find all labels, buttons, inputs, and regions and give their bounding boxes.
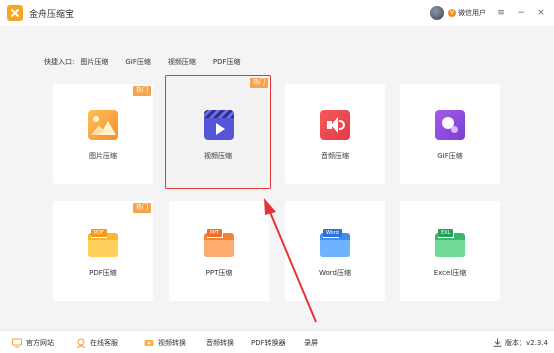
word-folder-icon: Word [320,227,350,257]
quick-link-pdf[interactable]: PDF压缩 [213,57,241,67]
card-video-compress[interactable]: 热门 视频压缩 [165,75,271,189]
card-label: PDF压缩 [89,269,117,277]
online-support-label: 在线客服 [90,338,118,347]
card-ppt-compress[interactable]: PPT PPT压缩 [169,201,269,301]
hot-badge: 热门 [132,86,151,96]
quick-link-video[interactable]: 视频压缩 [168,57,196,67]
minimize-button[interactable]: − [516,8,526,18]
avatar[interactable] [430,6,444,20]
card-image-compress[interactable]: 热门 图片压缩 [53,84,153,184]
headset-icon [76,338,86,348]
card-label: GIF压缩 [437,152,463,160]
card-pdf-compress[interactable]: 热门 PDF PDF压缩 [53,201,153,301]
pdf-converter-label: PDF转换器 [251,338,286,347]
footer-link-screen-record[interactable]: 录屏 [304,331,318,353]
audio-compress-icon [320,110,350,140]
quick-access-bar: 快捷入口: 图片压缩 GIF压缩 视频压缩 PDF压缩 [44,56,258,68]
pdf-tag: PDF [91,229,107,237]
title-bar: 金舟压缩宝 V 微信用户 ≡ − × [0,0,554,26]
quick-link-image[interactable]: 图片压缩 [80,57,108,67]
ppt-folder-icon: PPT [204,227,234,257]
quick-access-label: 快捷入口: [44,58,75,66]
card-label: Word压缩 [319,269,351,277]
card-label: Excel压缩 [433,269,467,277]
official-website-link[interactable]: 官方网站 [12,331,54,353]
app-title: 金舟压缩宝 [29,9,75,20]
online-support-link[interactable]: 在线客服 [76,331,118,353]
screen-record-label: 录屏 [304,338,318,347]
word-tag: Word [323,229,342,237]
footer-link-audio-convert[interactable]: 音频转换 [206,331,234,353]
card-word-compress[interactable]: Word Word压缩 [285,201,385,301]
video-convert-icon [144,339,154,346]
user-name[interactable]: 微信用户 [458,8,486,18]
card-excel-compress[interactable]: EXL Excel压缩 [400,201,500,301]
gif-compress-icon [435,110,465,140]
close-button[interactable]: × [536,8,546,18]
vip-badge-icon: V [448,9,456,17]
audio-convert-label: 音频转换 [206,338,234,347]
footer-link-pdf-converter[interactable]: PDF转换器 [251,331,286,353]
bottom-bar: 官方网站 在线客服 视频转换 音频转换 PDF转换器 录屏 版本：v2.3.4 [0,330,554,353]
official-website-label: 官方网站 [26,338,54,347]
card-gif-compress[interactable]: GIF压缩 [400,84,500,184]
video-compress-icon [204,110,234,140]
download-icon [493,338,502,347]
quick-link-gif[interactable]: GIF压缩 [125,57,151,67]
excel-folder-icon: EXL [435,227,465,257]
card-label: PPT压缩 [205,269,233,277]
monitor-icon [12,338,22,347]
title-bar-right: V 微信用户 ≡ − × [430,0,546,26]
video-convert-label: 视频转换 [158,338,186,347]
card-label: 图片压缩 [89,152,117,160]
version-label: 版本：v2.3.4 [505,338,548,347]
pdf-folder-icon: PDF [88,227,118,257]
card-audio-compress[interactable]: 音频压缩 [285,84,385,184]
hot-badge: 热门 [132,203,151,213]
menu-icon[interactable]: ≡ [496,8,506,18]
ppt-tag: PPT [207,229,223,237]
app-logo-icon [7,5,23,21]
image-compress-icon [88,110,118,140]
version-info[interactable]: 版本：v2.3.4 [493,331,548,353]
footer-link-video-convert[interactable]: 视频转换 [144,331,186,353]
excel-tag: EXL [438,229,454,237]
card-label: 视频压缩 [204,152,232,160]
card-label: 音频压缩 [321,152,349,160]
hot-badge: 热门 [249,78,268,88]
